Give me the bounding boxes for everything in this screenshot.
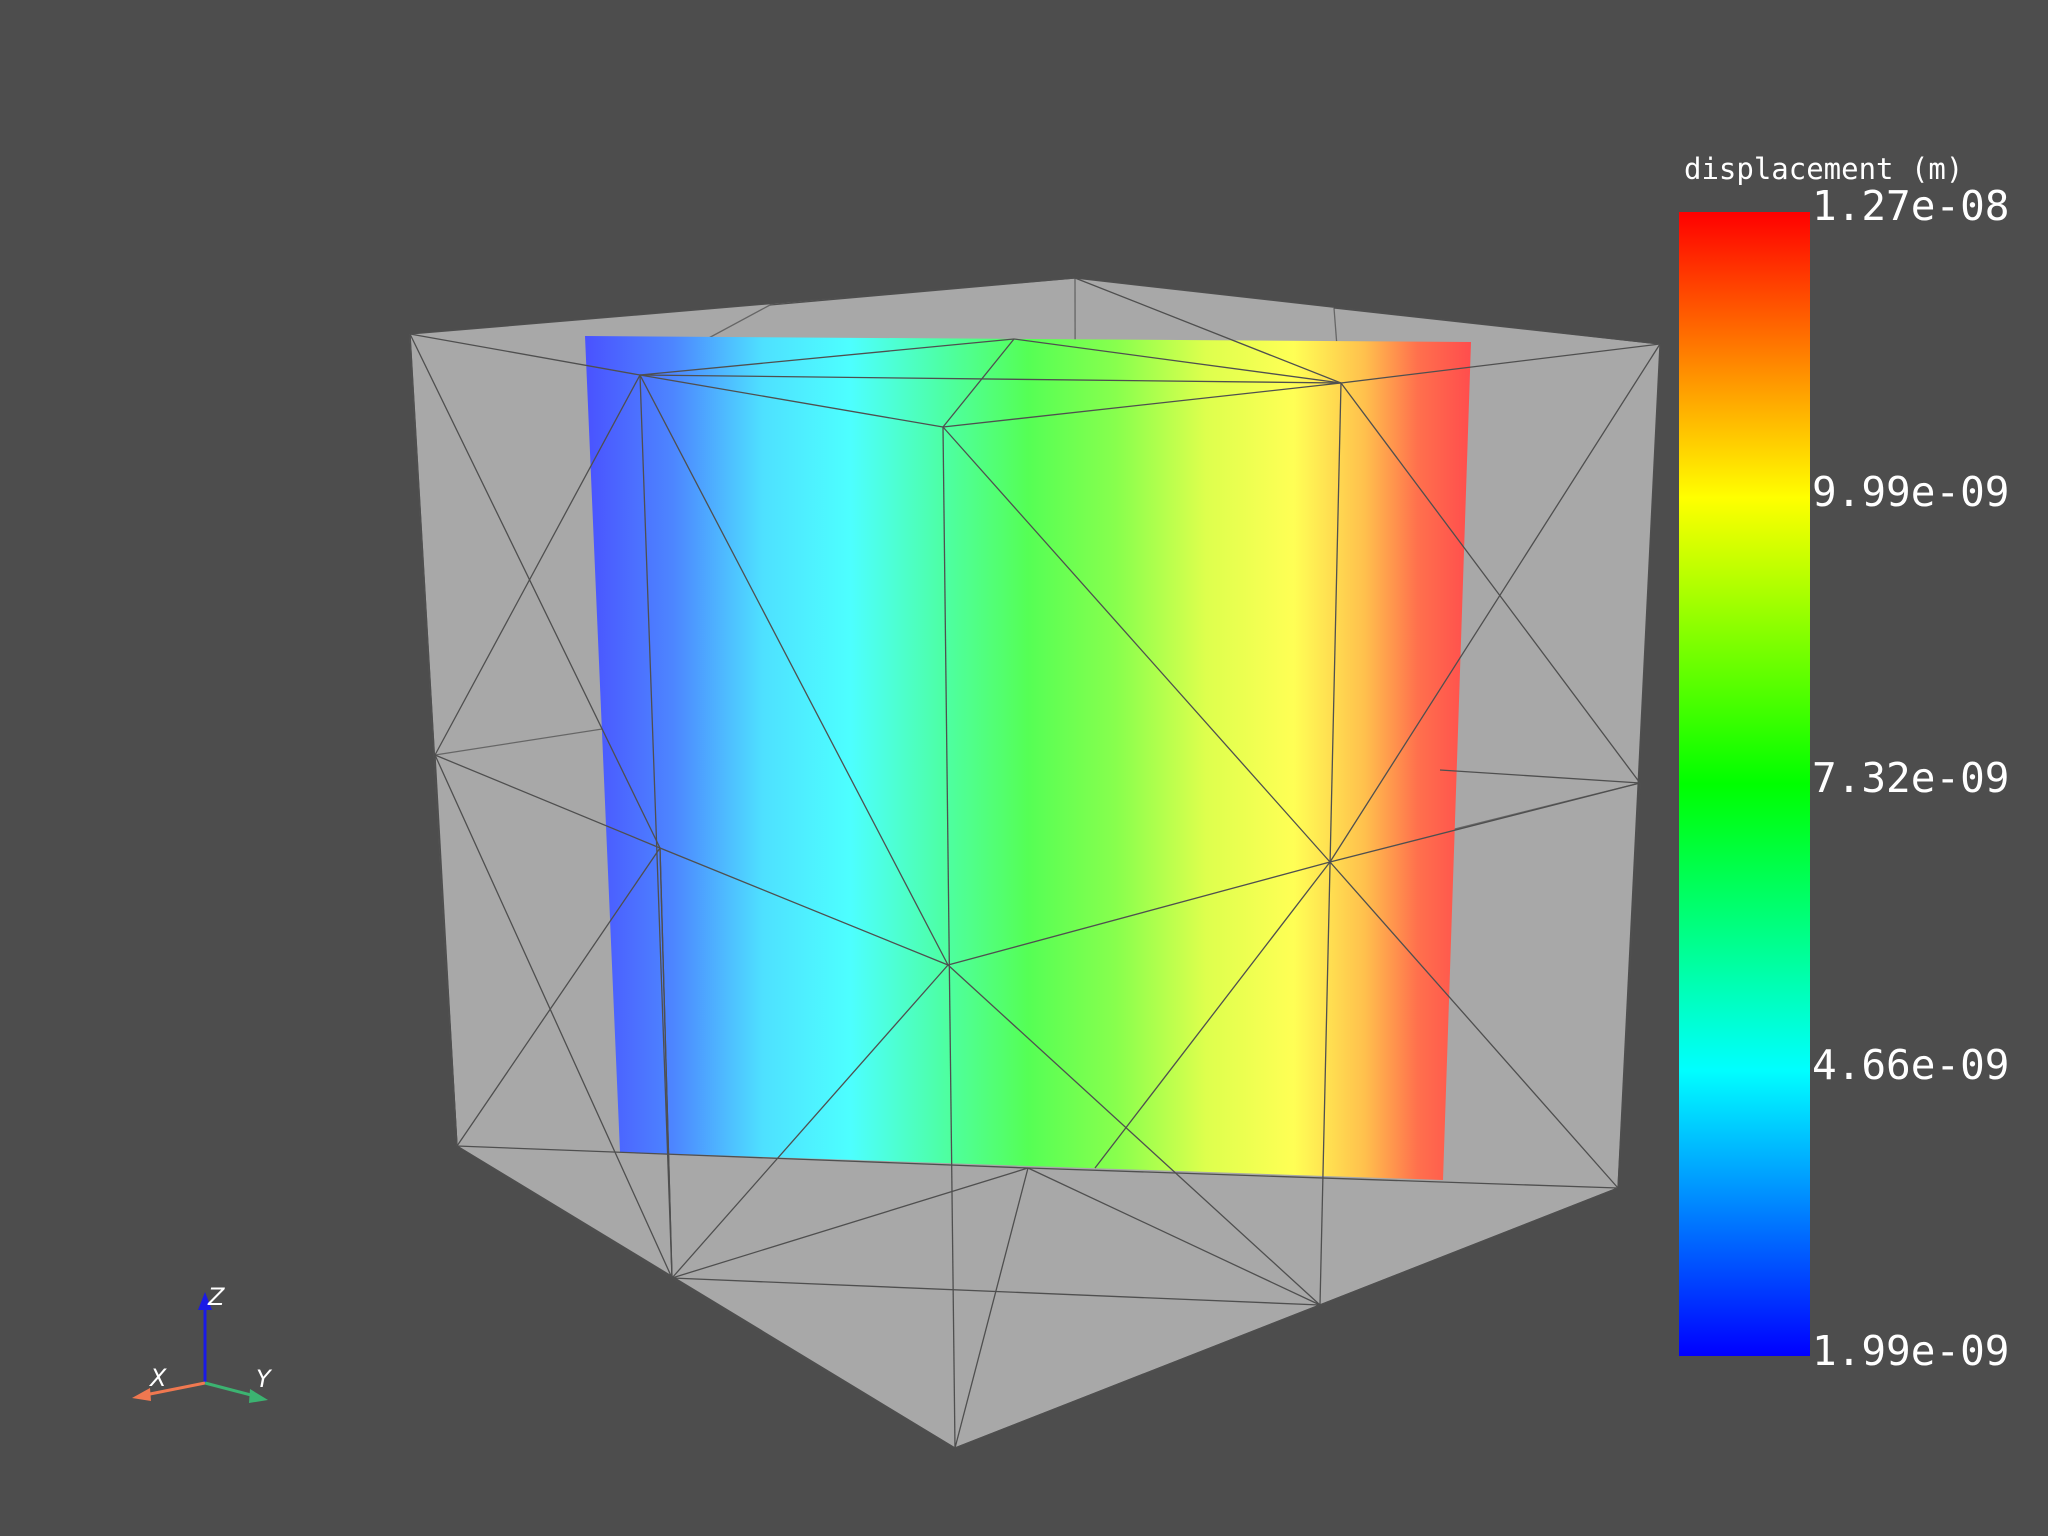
- displacement-slice: [585, 336, 1471, 1180]
- x-axis-arrow: [132, 1388, 151, 1401]
- scalar-bar-title: displacement (m): [1684, 152, 1964, 186]
- scalar-bar-tick-4: 4.66e-09: [1812, 1041, 2010, 1089]
- scalar-bar: [1679, 212, 1810, 1356]
- y-axis-line: [204, 1381, 256, 1398]
- y-axis-label: Y: [256, 1365, 273, 1393]
- scalar-bar-tick-min: 1.99e-09: [1812, 1327, 2010, 1375]
- z-axis-label: Z: [207, 1283, 225, 1311]
- scalar-bar-tick-3: 7.32e-09: [1812, 754, 2010, 802]
- scalar-bar-tick-max: 1.27e-08: [1812, 182, 2010, 230]
- orientation-axes: Z X Y: [132, 1283, 273, 1403]
- render-viewport[interactable]: Z X Y displacement (m) 1.27e-08 9.99e-09…: [0, 0, 2048, 1536]
- x-axis-label: X: [148, 1364, 167, 1392]
- scalar-bar-tick-2: 9.99e-09: [1812, 468, 2010, 516]
